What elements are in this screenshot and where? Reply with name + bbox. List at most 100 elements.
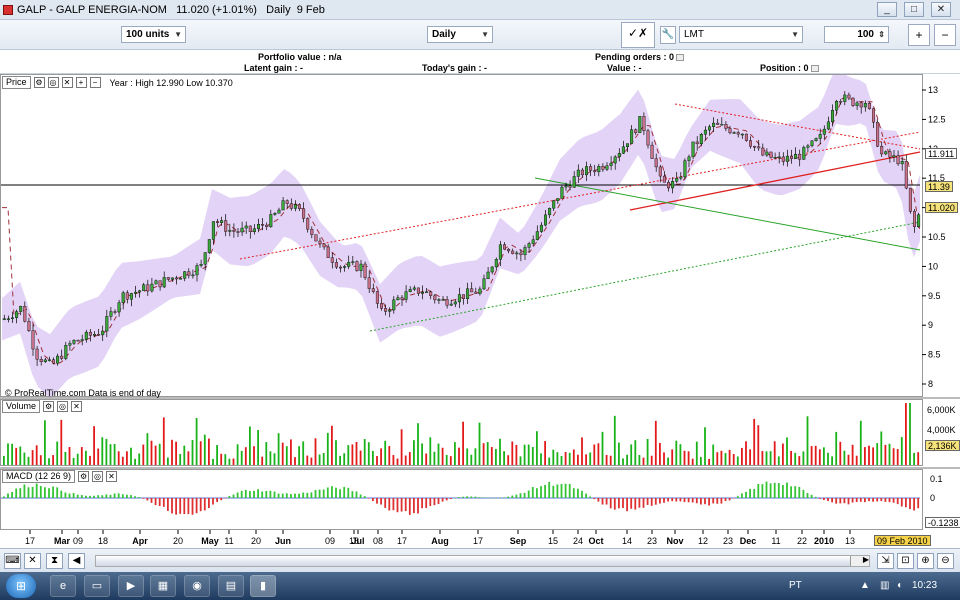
network-icon[interactable]: ▥ <box>880 580 889 591</box>
units-select[interactable]: 100 units ▼ <box>121 26 186 43</box>
app-icon[interactable]: ▦ <box>150 575 176 597</box>
volume-icon[interactable]: ◖ <box>896 580 902 591</box>
wrench-icon[interactable]: 🔧 <box>660 26 676 44</box>
close-button[interactable]: ✕ <box>931 2 951 17</box>
volume-bar <box>380 448 382 465</box>
start-button[interactable]: ⊞ <box>6 574 36 598</box>
candle-body <box>474 291 478 294</box>
macd-bar <box>290 494 292 498</box>
zoom-in-icon[interactable]: ⊕ <box>917 553 934 569</box>
order-type-select[interactable]: LMT ▼ <box>679 26 803 43</box>
folder-icon[interactable]: ▭ <box>84 575 110 597</box>
scroll-left-icon[interactable]: ◀ <box>68 553 85 569</box>
candle-body <box>765 151 769 156</box>
macd-bar <box>310 492 313 498</box>
sell-icon[interactable]: − <box>934 24 956 46</box>
volume-bar <box>384 440 387 465</box>
wrench-icon[interactable]: ⚙ <box>78 471 90 482</box>
firefox-icon[interactable]: ◉ <box>184 575 210 597</box>
zoom-fit-icon[interactable]: ⇲ <box>877 553 894 569</box>
macd-bar <box>880 498 883 501</box>
details-icon[interactable] <box>676 54 685 62</box>
volume-bar <box>35 445 38 465</box>
close-icon[interactable]: ✕ <box>71 401 83 412</box>
candle-body <box>511 250 515 254</box>
candle-body <box>273 213 277 215</box>
volume-bar <box>868 445 870 465</box>
macd-panel-header: MACD (12 26 9) ⚙ ◎ ✕ <box>2 470 118 483</box>
delete-icon[interactable]: ✕ <box>24 553 41 569</box>
volume-bar <box>105 438 108 465</box>
macd-bar <box>618 498 620 509</box>
scroll-right-icon[interactable]: ▶ <box>863 555 869 564</box>
close-icon[interactable]: ✕ <box>61 77 73 88</box>
hourglass-icon[interactable]: ⧗ <box>46 553 63 569</box>
zoom-icon[interactable]: ◎ <box>92 471 104 482</box>
candle-body <box>589 166 593 171</box>
close-icon[interactable]: ✕ <box>106 471 118 482</box>
volume-bar <box>499 438 501 465</box>
candle-body <box>572 176 576 188</box>
trading-tools-icon[interactable]: ✓✗ <box>621 22 655 48</box>
tray-arrow-icon[interactable]: ▲ <box>860 580 870 591</box>
volume-bar <box>236 444 239 465</box>
macd-bar <box>68 493 71 498</box>
x-tick-label: 15 <box>548 536 558 546</box>
remove-icon[interactable]: − <box>89 77 101 88</box>
volume-bar <box>146 433 149 465</box>
minimize-button[interactable]: _ <box>877 2 897 17</box>
maximize-button[interactable]: □ <box>904 2 924 17</box>
zoom-icon[interactable]: ◎ <box>57 401 69 412</box>
volume-bar <box>388 446 391 465</box>
volume-bar <box>527 444 530 465</box>
keyboard-icon[interactable]: ⌨ <box>4 553 21 569</box>
zoom-icon[interactable]: ◎ <box>47 77 59 88</box>
macd-bar <box>503 497 505 498</box>
volume-bar <box>888 443 891 465</box>
calculator-icon[interactable]: ▤ <box>218 575 244 597</box>
language-indicator[interactable]: PT <box>789 580 802 591</box>
ie-icon[interactable]: e <box>50 575 76 597</box>
volume-bar <box>80 447 83 465</box>
macd-bar <box>675 498 678 502</box>
volume-bar <box>359 450 362 465</box>
candle-body <box>708 126 712 131</box>
horizontal-scrollbar[interactable]: ▶ <box>95 555 870 567</box>
macd-bar <box>331 486 333 498</box>
zoom-out-icon[interactable]: ⊖ <box>937 553 954 569</box>
candle-body <box>691 141 695 158</box>
zoom-box-icon[interactable]: ⊡ <box>897 553 914 569</box>
quantity-input[interactable]: 100 ⇕ <box>824 26 889 43</box>
chart-canvas[interactable]: 1312.51211.51110.5109.598.586,000K4,000K… <box>0 74 960 548</box>
candle-body <box>736 132 740 135</box>
macd-bar <box>162 498 165 507</box>
buy-icon[interactable]: + <box>908 24 930 46</box>
wrench-icon[interactable]: ⚙ <box>43 401 55 412</box>
macd-bar <box>896 498 899 505</box>
volume-bar <box>622 458 624 465</box>
candle-body <box>72 339 76 344</box>
x-tick-label: 09 <box>73 536 83 546</box>
candle-body <box>757 146 761 149</box>
chart-area[interactable]: 1312.51211.51110.5109.598.586,000K4,000K… <box>0 74 960 548</box>
details-icon[interactable] <box>810 65 819 73</box>
period-select[interactable]: Daily ▼ <box>427 26 493 43</box>
volume-bar <box>261 456 264 465</box>
macd-bar <box>376 498 378 504</box>
macd-bar <box>35 483 38 498</box>
x-tick-label: Apr <box>132 536 148 546</box>
wrench-icon[interactable]: ⚙ <box>33 77 45 88</box>
prorealtime-icon[interactable]: ▮ <box>250 575 276 597</box>
candle-body <box>728 128 732 133</box>
volume-bar <box>864 447 866 465</box>
volume-bar <box>154 445 157 465</box>
macd-bar <box>773 482 776 498</box>
add-indicator-icon[interactable]: + <box>75 77 87 88</box>
candle-body <box>15 311 19 318</box>
volume-bar <box>700 457 702 465</box>
scroll-thumb[interactable] <box>96 556 851 566</box>
macd-bar <box>609 498 612 509</box>
clock[interactable]: 10:23 <box>912 580 937 591</box>
media-icon[interactable]: ▶ <box>118 575 144 597</box>
pending-orders: Pending orders : 0 <box>595 52 685 62</box>
